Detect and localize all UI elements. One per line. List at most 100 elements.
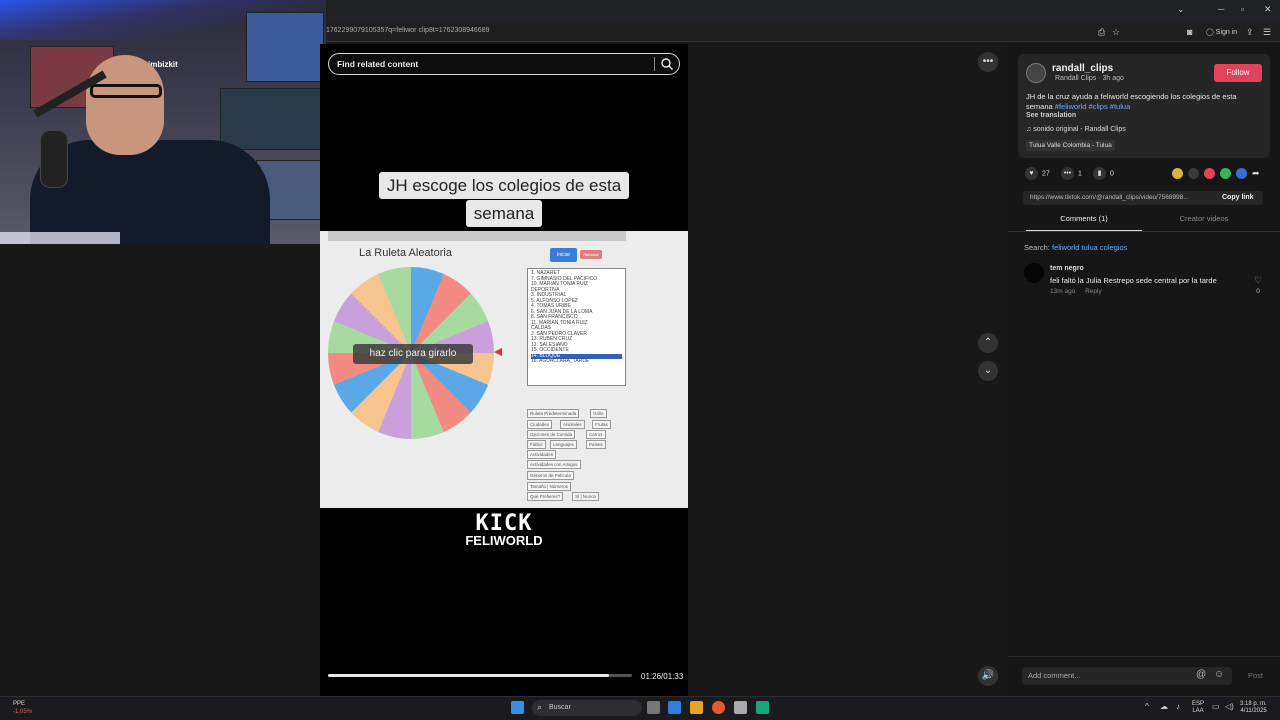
streamer-glasses (90, 84, 162, 98)
previous-video-button[interactable]: ⌃ (978, 333, 998, 353)
video-link[interactable]: https://www.tiktok.com/@randall_clips/vi… (1030, 194, 1210, 201)
star-icon[interactable]: ☆ (1112, 27, 1120, 38)
list-option: 16. AGUACLARA_TARDE (531, 358, 590, 364)
preset-chip: Sí | Nunca (572, 492, 599, 501)
preset-chip: Carros (586, 430, 606, 439)
edge-icon[interactable] (668, 701, 681, 714)
search-query: feliworld tulua colegios (1051, 243, 1128, 252)
save-stat[interactable]: ▮ 0 (1093, 167, 1114, 180)
search-input[interactable]: Find related content (328, 53, 680, 75)
heart-icon: ♥ (1025, 167, 1038, 180)
preset-chip: Países (586, 440, 606, 449)
preset-chip: Fútbol (527, 440, 546, 449)
taskbar-search[interactable]: ⌕ Buscar (532, 700, 642, 716)
comment-icon: ••• (1061, 167, 1074, 180)
emoji-icon[interactable]: ☺ (1214, 669, 1224, 680)
streamer-head (86, 55, 164, 155)
address-bar[interactable]: 1762299079105357q=feliwor clip8t=1762308… (326, 22, 1280, 42)
webcam-overlay: imbizkit (0, 0, 326, 244)
copy-link-button[interactable]: Copy link (1222, 194, 1254, 201)
microphone (40, 130, 68, 188)
more-options-button[interactable]: ••• (978, 52, 998, 72)
search-placeholder: Find related content (337, 59, 419, 69)
preset-chip: Lenguajes (550, 440, 577, 449)
volume-icon[interactable]: ◁) (1225, 702, 1234, 711)
minimize-button[interactable]: ─ (1218, 4, 1224, 14)
url-text: 1762299079105357q=feliwor clip8t=1762308… (326, 27, 490, 34)
comment-like[interactable]: ♡ 0 (1252, 275, 1264, 297)
task-view-icon[interactable] (647, 701, 660, 714)
tray-cloud-icon[interactable]: ☁ (1160, 702, 1168, 711)
channel-name: FELIWORLD (465, 533, 543, 548)
username[interactable]: randall_clips (1052, 63, 1113, 74)
store-icon[interactable] (734, 701, 747, 714)
search-suggestion[interactable]: Search: feliworld tulua colegios (1024, 243, 1127, 252)
wheel-app-screen: La Ruleta Aleatoria Iniciar Reiniciar ha… (320, 231, 688, 508)
camera-icon[interactable]: ◙ (1187, 27, 1192, 37)
comment-avatar[interactable] (1024, 263, 1044, 283)
location-badge[interactable]: Tulua Valle Colombia - Tulua (1026, 140, 1115, 151)
sign-in-label: Sign in (1215, 29, 1238, 36)
download-icon[interactable]: ⎙ (1098, 27, 1105, 38)
app-icon[interactable] (756, 701, 769, 714)
stock-widget[interactable]: PPE -1,05% (13, 700, 32, 716)
sound-link[interactable]: ♫ sonido original - Randall Clips (1026, 126, 1126, 133)
like-stat[interactable]: ♥ 27 (1025, 167, 1050, 180)
kick-watermark: KICK FELIWORLD (448, 511, 560, 548)
tray-mic-icon[interactable]: ♪ (1176, 702, 1180, 711)
tab-creator-videos[interactable]: Creator videos (1145, 214, 1263, 223)
avatar[interactable] (1026, 63, 1046, 83)
network-icon[interactable]: ▭ (1212, 702, 1220, 711)
coin-share-icon[interactable] (1172, 168, 1183, 179)
mention-icon[interactable]: @ (1196, 669, 1206, 680)
wheel-pointer (494, 348, 502, 356)
search-icon: ⌕ (537, 702, 543, 712)
app-tabstrip (328, 231, 626, 241)
firefox-icon[interactable] (712, 701, 725, 714)
comment-like-count: 0 (1256, 288, 1260, 295)
keyboard (0, 232, 120, 244)
progress-fill (328, 674, 610, 677)
comment-text: feli faltó la Julia Restrepo sede centra… (1050, 276, 1217, 285)
follow-button[interactable]: Follow (1214, 64, 1262, 82)
search-divider (654, 57, 655, 71)
preset-chip: Frutas (592, 420, 611, 429)
facebook-icon[interactable] (1236, 168, 1247, 179)
maximize-button[interactable]: ▫ (1241, 4, 1244, 14)
share-arrow-icon[interactable]: ➦ (1252, 168, 1263, 179)
post-button[interactable]: Post (1248, 671, 1263, 680)
comment-time: 13m ago (1050, 288, 1076, 295)
comment-username[interactable]: tem negro (1050, 265, 1084, 272)
menu-icon[interactable]: ☰ (1263, 27, 1271, 38)
tray-chevron-icon[interactable]: ^ (1145, 702, 1149, 711)
whatsapp-icon[interactable] (1220, 168, 1231, 179)
stock-change: -1,05% (13, 709, 33, 715)
comment-stat[interactable]: ••• 1 (1061, 167, 1082, 180)
see-translation-link[interactable]: See translation (1026, 112, 1076, 119)
next-video-button[interactable]: ⌄ (978, 361, 998, 381)
extension-icon[interactable]: ⇪ (1246, 27, 1254, 38)
windows-start-icon[interactable] (511, 701, 524, 714)
clock[interactable]: 3:18 p. m. 4/11/2025 (1240, 701, 1267, 715)
chevron-down-icon[interactable]: ⌄ (1177, 4, 1185, 15)
search-icon[interactable] (660, 57, 674, 71)
embed-icon[interactable] (1188, 168, 1199, 179)
friends-share-icon[interactable] (1204, 168, 1215, 179)
file-explorer-icon[interactable] (690, 701, 703, 714)
heart-outline-icon: ♡ (1253, 275, 1263, 285)
reply-button[interactable]: Reply (1085, 288, 1102, 295)
volume-button[interactable]: 🔊 (978, 666, 998, 686)
add-comment-input[interactable]: Add comment... @ ☺ (1022, 667, 1232, 685)
tab-comments[interactable]: Comments (1) (1026, 214, 1142, 223)
hashtags[interactable]: #feliworld #clips #tulua (1055, 102, 1130, 111)
preset-chip: Ciudades (527, 420, 553, 429)
video-progress-bar[interactable] (328, 674, 632, 677)
preset-chip: Tamaño | Números (527, 482, 571, 491)
preset-chip: Grillo (590, 409, 607, 418)
language-indicator[interactable]: ESP LAA (1192, 701, 1204, 715)
clock-date: 4/11/2025 (1240, 708, 1267, 714)
sign-in-button[interactable]: ◯ Sign in (1206, 28, 1237, 36)
search-prefix: Search: (1024, 243, 1050, 252)
close-button[interactable]: ✕ (1264, 4, 1272, 15)
wheel-title: La Ruleta Aleatoria (359, 247, 452, 259)
